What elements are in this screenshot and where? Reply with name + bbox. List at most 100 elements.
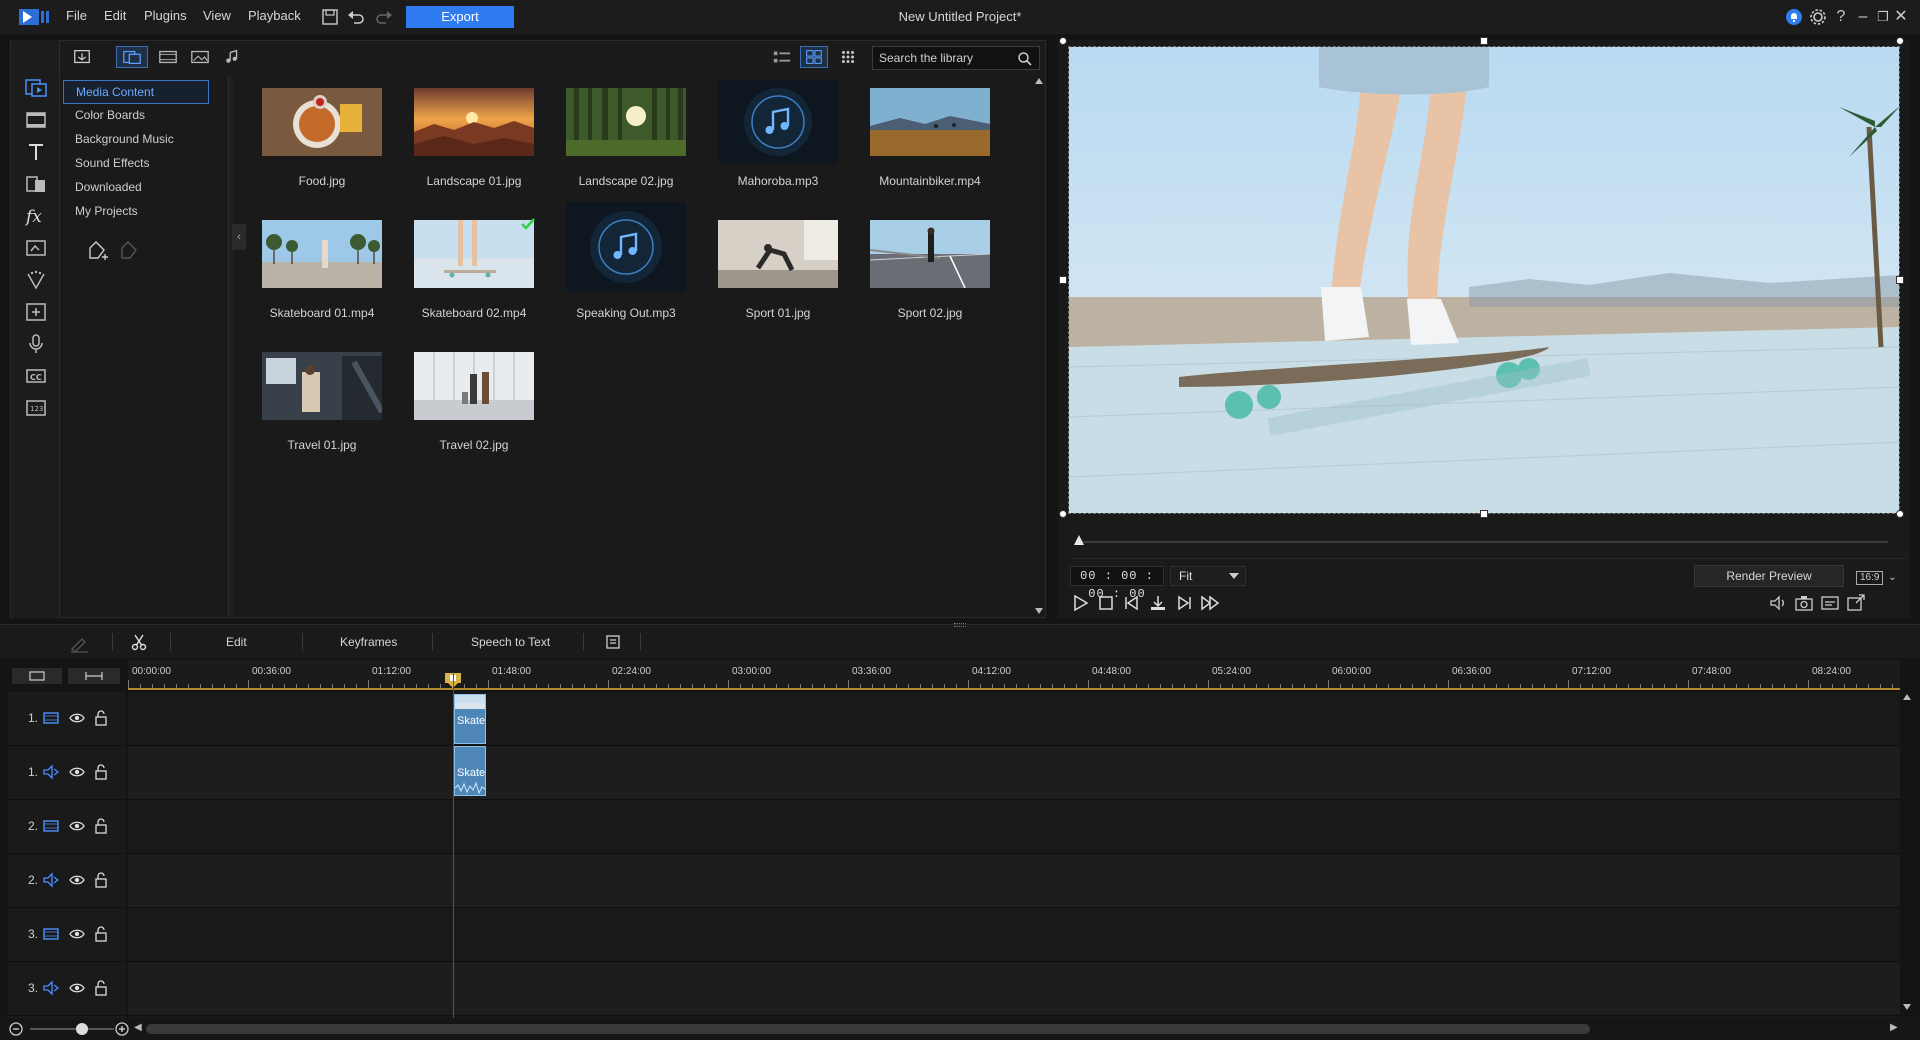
subtitles-icon[interactable]: [1820, 593, 1840, 613]
media-room-icon[interactable]: [24, 76, 48, 100]
help-icon[interactable]: ?: [1830, 6, 1852, 28]
pip-objects-icon[interactable]: [24, 236, 48, 260]
collapse-panel-button[interactable]: ‹: [232, 224, 246, 250]
scroll-right-icon[interactable]: ▶: [1890, 1022, 1898, 1033]
zoom-slider-knob[interactable]: [76, 1023, 88, 1035]
thumbnail-view-icon[interactable]: [800, 46, 828, 68]
lock-icon[interactable]: [92, 709, 110, 727]
eye-icon[interactable]: [68, 979, 86, 997]
panel-resize-grip[interactable]: [954, 623, 966, 627]
transition-icon[interactable]: [24, 172, 48, 196]
category-media-content[interactable]: Media Content: [63, 80, 209, 104]
settings-icon[interactable]: [1808, 7, 1828, 27]
fit-timeline-icon[interactable]: [68, 668, 120, 684]
closed-caption-icon[interactable]: CC: [24, 364, 48, 388]
minimize-icon[interactable]: ‒: [1852, 6, 1874, 28]
effects-fx-icon[interactable]: fx: [24, 204, 48, 228]
lock-icon[interactable]: [92, 763, 110, 781]
resize-handle[interactable]: [1896, 37, 1904, 45]
video-filter-icon[interactable]: [152, 46, 184, 68]
add-tag-icon[interactable]: [84, 238, 110, 264]
media-tile[interactable]: Sport 02.jpg: [858, 210, 990, 340]
undo-icon[interactable]: [346, 7, 366, 27]
resize-handle[interactable]: [1059, 37, 1067, 45]
volume-icon[interactable]: [1768, 593, 1788, 613]
track-lane-video-1[interactable]: Skate: [128, 692, 1900, 746]
zoom-fit-select[interactable]: Fit: [1170, 566, 1246, 586]
video-track-icon[interactable]: [42, 709, 60, 727]
grid-menu-icon[interactable]: [834, 46, 862, 68]
fast-forward-icon[interactable]: [1200, 593, 1220, 613]
menu-file[interactable]: File: [66, 8, 87, 23]
media-tile[interactable]: Food.jpg: [250, 78, 382, 208]
mark-edit-icon[interactable]: [68, 633, 90, 653]
menu-playback[interactable]: Playback: [248, 8, 301, 23]
track-lane-video-2[interactable]: [128, 800, 1900, 854]
redo-icon[interactable]: [374, 7, 394, 27]
library-search-input[interactable]: [879, 49, 1009, 67]
resize-handle[interactable]: [1896, 510, 1904, 518]
eye-icon[interactable]: [68, 763, 86, 781]
audio-clip[interactable]: Skate: [454, 746, 486, 796]
media-tile[interactable]: Skateboard 02.mp4: [402, 210, 535, 340]
resize-handle[interactable]: [1480, 37, 1488, 45]
eye-icon[interactable]: [68, 871, 86, 889]
export-button[interactable]: Export: [406, 6, 514, 28]
image-filter-icon[interactable]: [184, 46, 216, 68]
menu-edit[interactable]: Edit: [104, 8, 126, 23]
zoom-slider-track[interactable]: [30, 1028, 114, 1030]
particle-icon[interactable]: [24, 268, 48, 292]
previous-frame-icon[interactable]: [1122, 593, 1142, 613]
camera-icon[interactable]: [1794, 593, 1814, 613]
video-template-icon[interactable]: [24, 108, 48, 132]
save-icon[interactable]: [320, 7, 340, 27]
title-text-icon[interactable]: [24, 140, 48, 164]
track-lane-audio-3[interactable]: [128, 962, 1900, 1016]
timecode-display[interactable]: 00 : 00 : 00 : 00: [1070, 566, 1164, 601]
lock-icon[interactable]: [92, 871, 110, 889]
track-lane-video-3[interactable]: [128, 908, 1900, 962]
undock-preview-icon[interactable]: [1846, 593, 1866, 613]
lock-icon[interactable]: [92, 925, 110, 943]
audio-filter-icon[interactable]: [216, 46, 248, 68]
track-manager-icon[interactable]: [604, 633, 622, 651]
category-color-boards[interactable]: Color Boards: [63, 104, 227, 128]
chapter-room-icon[interactable]: 123: [24, 396, 48, 420]
media-tile[interactable]: Landscape 02.jpg: [554, 78, 686, 208]
snapshot-frame-icon[interactable]: [1148, 593, 1168, 613]
resize-handle[interactable]: [1480, 510, 1488, 518]
scroll-left-icon[interactable]: ◀: [134, 1022, 142, 1033]
media-tile[interactable]: Travel 02.jpg: [402, 342, 534, 472]
lock-icon[interactable]: [92, 979, 110, 997]
track-lane-audio-2[interactable]: [128, 854, 1900, 908]
audio-track-icon[interactable]: [42, 871, 60, 889]
import-media-icon[interactable]: [66, 46, 98, 68]
media-tile[interactable]: Landscape 01.jpg: [402, 78, 534, 208]
play-icon[interactable]: [1070, 593, 1090, 613]
aspect-ratio-button[interactable]: 16:9 ⌄: [1856, 571, 1902, 589]
media-tile[interactable]: Travel 01.jpg: [250, 342, 382, 472]
media-tile[interactable]: Mahoroba.mp3: [706, 78, 838, 208]
media-tile[interactable]: Mountainbiker.mp4: [858, 78, 990, 208]
category-downloaded[interactable]: Downloaded: [63, 176, 227, 200]
audio-track-icon[interactable]: [42, 979, 60, 997]
timeline-ruler[interactable]: 00:00:00 00:36:00 01:12:00 01:48:00 02:2…: [128, 660, 1900, 690]
eye-icon[interactable]: [68, 925, 86, 943]
timeline-horizontal-scrollbar[interactable]: [146, 1024, 1590, 1034]
category-background-music[interactable]: Background Music: [63, 128, 227, 152]
audio-track-icon[interactable]: [42, 763, 60, 781]
track-lane-audio-1[interactable]: Skate: [128, 746, 1900, 800]
timeline-view-toggle-icon[interactable]: [12, 668, 62, 684]
video-track-icon[interactable]: [42, 817, 60, 835]
microphone-icon[interactable]: [24, 332, 48, 356]
zoom-in-icon[interactable]: [114, 1021, 130, 1037]
render-preview-button[interactable]: Render Preview: [1694, 565, 1844, 587]
stop-icon[interactable]: [1096, 593, 1116, 613]
next-frame-icon[interactable]: [1174, 593, 1194, 613]
video-track-icon[interactable]: [42, 925, 60, 943]
search-icon[interactable]: [1017, 51, 1033, 67]
scrubber-knob-icon[interactable]: [1073, 534, 1085, 546]
resize-handle[interactable]: [1059, 510, 1067, 518]
eye-icon[interactable]: [68, 817, 86, 835]
edit-tag-icon[interactable]: [116, 238, 142, 264]
